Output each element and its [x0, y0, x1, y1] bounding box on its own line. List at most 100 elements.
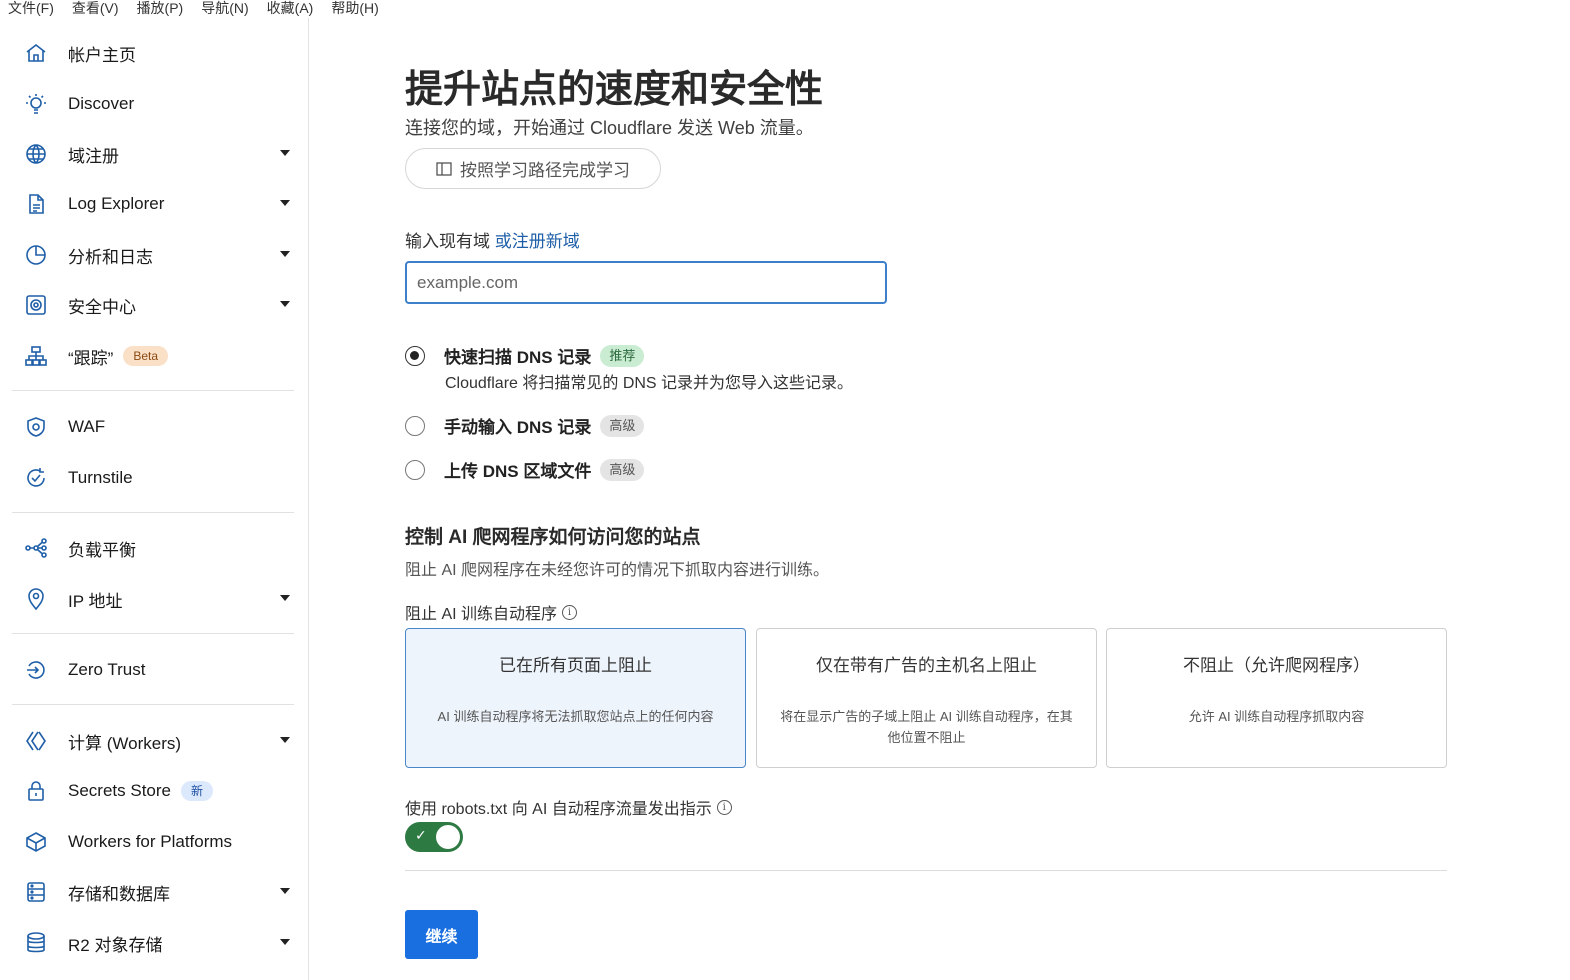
location-pin-icon	[22, 585, 50, 613]
chevron-down-icon[interactable]	[280, 301, 290, 307]
sidebar-item-label: Turnstile	[68, 468, 133, 487]
block-option-allow-crawlers[interactable]: 不阻止（允许爬网程序） 允许 AI 训练自动程序抓取内容	[1106, 628, 1447, 768]
sidebar-item-label: 存储和数据库	[68, 884, 170, 904]
globe-icon	[22, 140, 50, 168]
sidebar-item-security-center[interactable]: 安全中心	[12, 285, 294, 325]
chevron-down-icon[interactable]	[280, 595, 290, 601]
sidebar-item-zero-trust[interactable]: Zero Trust	[12, 650, 294, 690]
menu-play[interactable]: 播放(P)	[137, 0, 184, 18]
sidebar-item-turnstile[interactable]: Turnstile	[12, 458, 294, 498]
chevron-down-icon[interactable]	[280, 939, 290, 945]
sidebar-item-label: 负载平衡	[68, 540, 136, 560]
shield-icon	[22, 413, 50, 441]
sidebar-item-label: WAF	[68, 417, 106, 436]
chevron-down-icon[interactable]	[280, 888, 290, 894]
info-icon[interactable]: i	[562, 604, 578, 620]
sidebar-item-label: 计算 (Workers)	[68, 733, 182, 753]
sidebar-item-waf[interactable]: WAF	[12, 407, 294, 447]
sidebar: 帐户主页 Discover 域注册 Log Explorer 分析和日志 安全中…	[0, 18, 309, 980]
menubar: 文件(F) 查看(V) 播放(P) 导航(N) 收藏(A) 帮助(H)	[0, 0, 397, 18]
block-ai-bots-text: 阻止 AI 训练自动程序	[405, 606, 558, 623]
document-icon	[22, 190, 50, 218]
dns-option-label: 快速扫描 DNS 记录	[444, 348, 592, 367]
robots-txt-text: 使用 robots.txt 向 AI 自动程序流量发出指示	[405, 801, 712, 818]
toggle-knob	[436, 825, 460, 849]
info-icon[interactable]: i	[716, 799, 732, 815]
beta-badge: Beta	[123, 346, 169, 366]
sidebar-item-log-explorer[interactable]: Log Explorer	[12, 184, 294, 224]
sidebar-item-label: “跟踪”	[68, 348, 114, 368]
radio-button[interactable]	[405, 345, 425, 366]
load-balancer-icon	[22, 534, 50, 562]
sidebar-item-trace[interactable]: “跟踪” Beta	[12, 336, 294, 376]
dns-option-description: Cloudflare 将扫描常见的 DNS 记录并为您导入这些记录。	[445, 375, 854, 392]
home-icon	[22, 39, 50, 67]
dns-option-manual[interactable]: 手动输入 DNS 记录 高级	[405, 413, 645, 438]
sidebar-item-r2-storage[interactable]: R2 对象存储	[12, 923, 294, 963]
card-description: AI 训练自动程序将无法抓取您站点上的任何内容	[437, 709, 714, 724]
sidebar-item-workers-for-platforms[interactable]: Workers for Platforms	[12, 822, 294, 862]
storage-icon	[22, 878, 50, 906]
menu-navigate[interactable]: 导航(N)	[201, 0, 248, 18]
chevron-down-icon[interactable]	[280, 737, 290, 743]
cube-icon	[22, 828, 50, 856]
chevron-down-icon[interactable]	[280, 200, 290, 206]
advanced-tag: 高级	[600, 414, 645, 437]
chevron-down-icon[interactable]	[280, 150, 290, 156]
domain-label-text: 输入现有域	[405, 232, 490, 251]
sidebar-item-domain-registration[interactable]: 域注册	[12, 134, 294, 174]
hierarchy-icon	[22, 342, 50, 370]
domain-input[interactable]	[405, 261, 887, 304]
domain-input-label: 输入现有域 或注册新域	[405, 227, 580, 252]
learning-path-label: 按照学习路径完成学习	[460, 161, 630, 180]
security-center-icon	[22, 291, 50, 319]
radio-button[interactable]	[405, 415, 425, 436]
workers-icon	[22, 727, 50, 755]
sidebar-item-compute-workers[interactable]: 计算 (Workers)	[12, 721, 294, 761]
sidebar-item-analytics-logs[interactable]: 分析和日志	[12, 235, 294, 275]
card-description: 允许 AI 训练自动程序抓取内容	[1188, 709, 1365, 724]
block-option-ad-hostnames[interactable]: 仅在带有广告的主机名上阻止 将在显示广告的子域上阻止 AI 训练自动程序，在其他…	[756, 628, 1097, 768]
sidebar-item-label: 分析和日志	[68, 247, 153, 267]
lock-icon	[22, 777, 50, 805]
learning-path-button[interactable]: 按照学习路径完成学习	[405, 148, 661, 189]
register-domain-link[interactable]: 或注册新域	[495, 232, 580, 251]
dns-option-label: 上传 DNS 区域文件	[444, 462, 592, 481]
card-title: 不阻止（允许爬网程序）	[1183, 656, 1370, 675]
menu-help[interactable]: 帮助(H)	[331, 0, 378, 18]
sidebar-item-discover[interactable]: Discover	[12, 84, 294, 124]
sidebar-divider	[12, 390, 294, 391]
section-divider	[405, 870, 1447, 871]
turnstile-icon	[22, 464, 50, 492]
sidebar-item-label: R2 对象存储	[68, 935, 163, 955]
sidebar-item-ip-address[interactable]: IP 地址	[12, 579, 294, 619]
advanced-tag: 高级	[600, 458, 645, 481]
continue-button[interactable]: 继续	[405, 910, 478, 959]
sidebar-item-secrets-store[interactable]: Secrets Store 新	[12, 771, 294, 811]
block-option-all-pages[interactable]: 已在所有页面上阻止 AI 训练自动程序将无法抓取您站点上的任何内容	[405, 628, 746, 768]
zero-trust-icon	[22, 656, 50, 684]
sidebar-item-label: 安全中心	[68, 297, 136, 317]
sidebar-item-storage-databases[interactable]: 存储和数据库	[12, 872, 294, 912]
sidebar-item-label: 域注册	[68, 146, 119, 166]
dns-option-upload-zone[interactable]: 上传 DNS 区域文件 高级	[405, 457, 645, 482]
menu-view[interactable]: 查看(V)	[72, 0, 119, 18]
sidebar-item-label: 帐户主页	[68, 45, 136, 65]
dns-option-quick-scan[interactable]: 快速扫描 DNS 记录 推荐	[405, 343, 645, 368]
sidebar-item-label: IP 地址	[68, 591, 123, 611]
robots-txt-toggle[interactable]: ✓	[405, 822, 463, 852]
sidebar-item-load-balancing[interactable]: 负载平衡	[12, 528, 294, 568]
page-subtitle: 连接您的域，开始通过 Cloudflare 发送 Web 流量。	[405, 118, 814, 138]
chevron-down-icon[interactable]	[280, 251, 290, 257]
menu-file[interactable]: 文件(F)	[8, 0, 54, 18]
menu-favorites[interactable]: 收藏(A)	[267, 0, 314, 18]
database-icon	[22, 929, 50, 957]
page-title: 提升站点的速度和安全性	[405, 69, 824, 111]
radio-button[interactable]	[405, 459, 425, 480]
ai-crawler-section-title: 控制 AI 爬网程序如何访问您的站点	[405, 527, 701, 548]
checkmark-icon: ✓	[415, 827, 427, 843]
card-title: 仅在带有广告的主机名上阻止	[816, 656, 1037, 675]
sidebar-item-account-home[interactable]: 帐户主页	[12, 33, 294, 73]
card-description: 将在显示广告的子域上阻止 AI 训练自动程序，在其他位置不阻止	[780, 709, 1073, 745]
sidebar-item-label: Log Explorer	[68, 194, 165, 213]
